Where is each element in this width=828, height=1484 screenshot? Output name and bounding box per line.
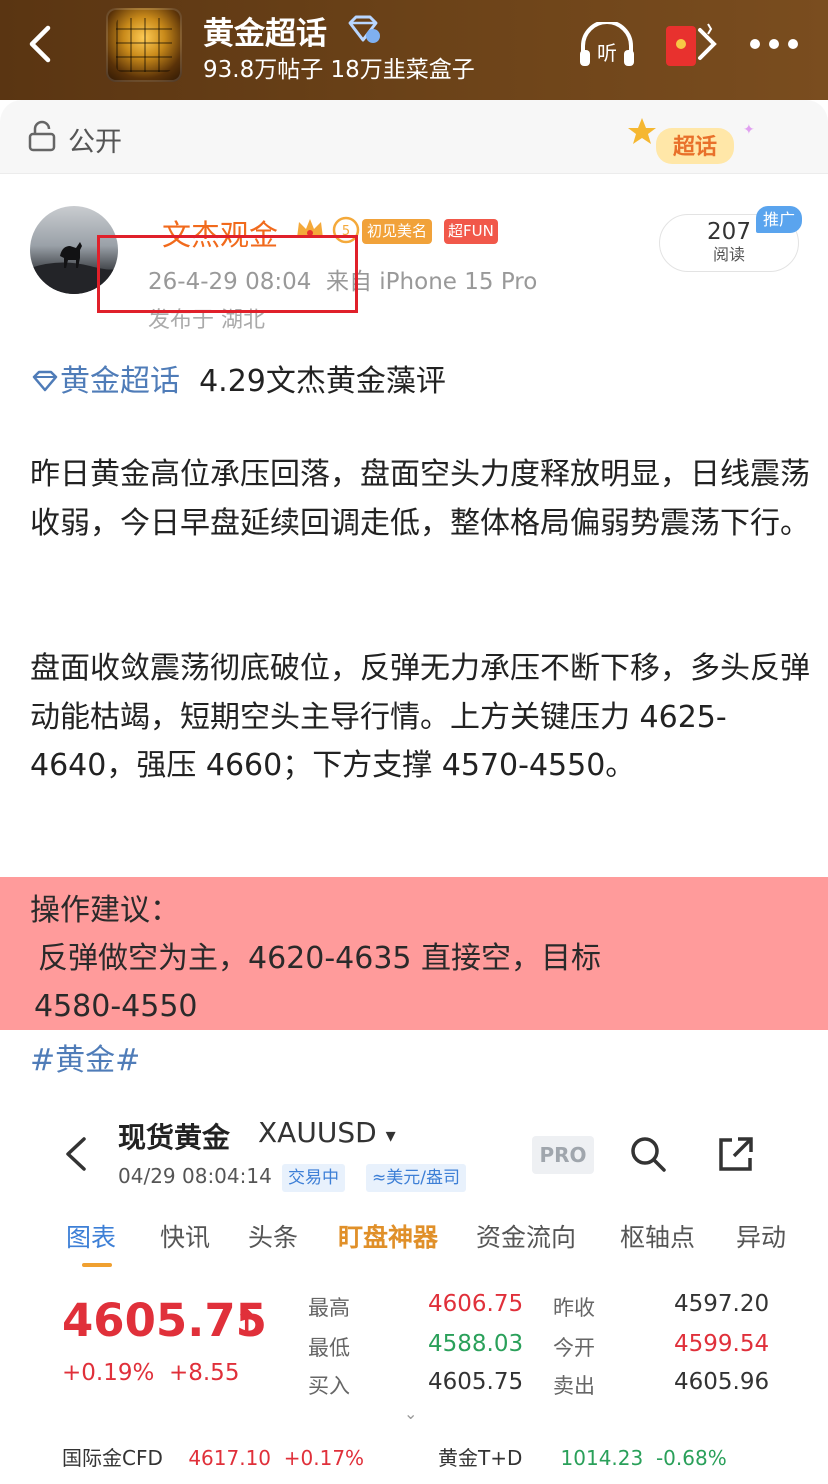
listen-headphone-icon[interactable]: 听	[578, 20, 636, 72]
advice-line-1: 反弹做空为主，4620-4635 直接空，目标	[38, 941, 602, 976]
quote-tab: 头条	[248, 1223, 299, 1252]
quote-unit: ≈美元/盎司	[366, 1164, 466, 1192]
topic-stats: 93.8万帖子 18万韭菜盒子	[203, 57, 475, 83]
diamond-badge-icon	[346, 14, 380, 48]
post-paragraph-2: 盘面收敛震荡彻底破位，反弹无力承压不断下移，多头反弹动能枯竭，短期空头主导行情。…	[30, 651, 810, 783]
quote-search-icon	[628, 1134, 668, 1178]
diamond-icon	[32, 370, 58, 392]
high-value: 4606.75	[428, 1291, 524, 1317]
prev-close-label: 昨收	[553, 1296, 595, 1320]
quote-change: +0.19% +8.55	[62, 1360, 240, 1386]
low-label: 最低	[308, 1336, 350, 1360]
red-packet-icon[interactable]	[664, 20, 718, 74]
svg-text:超话: 超话	[673, 135, 717, 160]
related-quote: 国际金CFD 4617.10 +0.17%	[62, 1446, 365, 1470]
quote-status: 交易中	[282, 1164, 345, 1192]
bid-value: 4605.75	[428, 1369, 524, 1395]
visibility-label: 公开	[68, 127, 122, 158]
open-label: 今开	[553, 1336, 595, 1360]
quote-datetime: 04/29 08:04:14	[118, 1164, 272, 1188]
read-label: 阅读	[712, 245, 745, 264]
lock-icon	[28, 120, 56, 156]
related-quote: 黄金T+D 1014.23 -0.68%	[438, 1446, 727, 1470]
svg-text:✦: ✦	[743, 122, 755, 138]
highlight-box	[97, 235, 358, 313]
post-paragraph-1: 昨日黄金高位承压回落，盘面空头力度释放明显，日线震荡收弱，今日早盘延续回调走低，…	[30, 457, 810, 541]
promote-badge[interactable]: 推广	[756, 206, 803, 233]
expand-chevron-icon: ⌄	[404, 1404, 418, 1423]
up-arrow-icon: ↑	[234, 1304, 260, 1339]
more-options-icon[interactable]	[748, 36, 800, 55]
chaohua-sticker: 超话 ✦	[628, 114, 758, 174]
high-label: 最高	[308, 1296, 350, 1320]
quote-tab: 快讯	[160, 1223, 211, 1252]
quote-tab: 盯盘神器	[338, 1223, 439, 1252]
quote-name: 现货黄金	[118, 1121, 231, 1154]
quote-tab: 图表	[66, 1223, 117, 1252]
quote-tab: 枢轴点	[620, 1223, 696, 1252]
quote-tab: 异动	[736, 1223, 787, 1252]
badge-super-fun[interactable]: 超FUN	[444, 219, 498, 244]
quote-code: XAUUSD ▾	[258, 1116, 396, 1149]
back-icon[interactable]	[22, 22, 62, 66]
quote-share-icon	[716, 1134, 756, 1178]
advice-title: 操作建议：	[30, 893, 180, 928]
svg-text:听: 听	[597, 41, 617, 65]
quote-pro-badge: PRO	[532, 1136, 594, 1174]
low-value: 4588.03	[428, 1331, 524, 1357]
topic-title[interactable]: 黄金超话	[203, 8, 327, 53]
ask-value: 4605.96	[674, 1369, 770, 1395]
post-headline: 黄金超话 4.29文杰黄金藻评	[30, 356, 446, 400]
open-value: 4599.54	[674, 1331, 770, 1357]
prev-close-value: 4597.20	[674, 1291, 770, 1317]
quote-tab-indicator	[82, 1263, 112, 1267]
ask-label: 卖出	[553, 1374, 595, 1398]
quote-back-icon	[62, 1136, 90, 1176]
bid-label: 买入	[308, 1374, 350, 1398]
topic-cover-image[interactable]	[106, 8, 182, 82]
badge-first-fame[interactable]: 初见美名	[362, 219, 433, 244]
advice-text: 操作建议： 反弹做空为主，4620-4635 直接空，目标 4580-4550	[30, 887, 601, 1031]
quote-tab: 资金流向	[476, 1223, 577, 1252]
hashtag-link[interactable]: #黄金#	[30, 1035, 140, 1079]
topic-link[interactable]: 黄金超话	[30, 364, 180, 399]
advice-line-2: 4580-4550	[34, 989, 198, 1024]
